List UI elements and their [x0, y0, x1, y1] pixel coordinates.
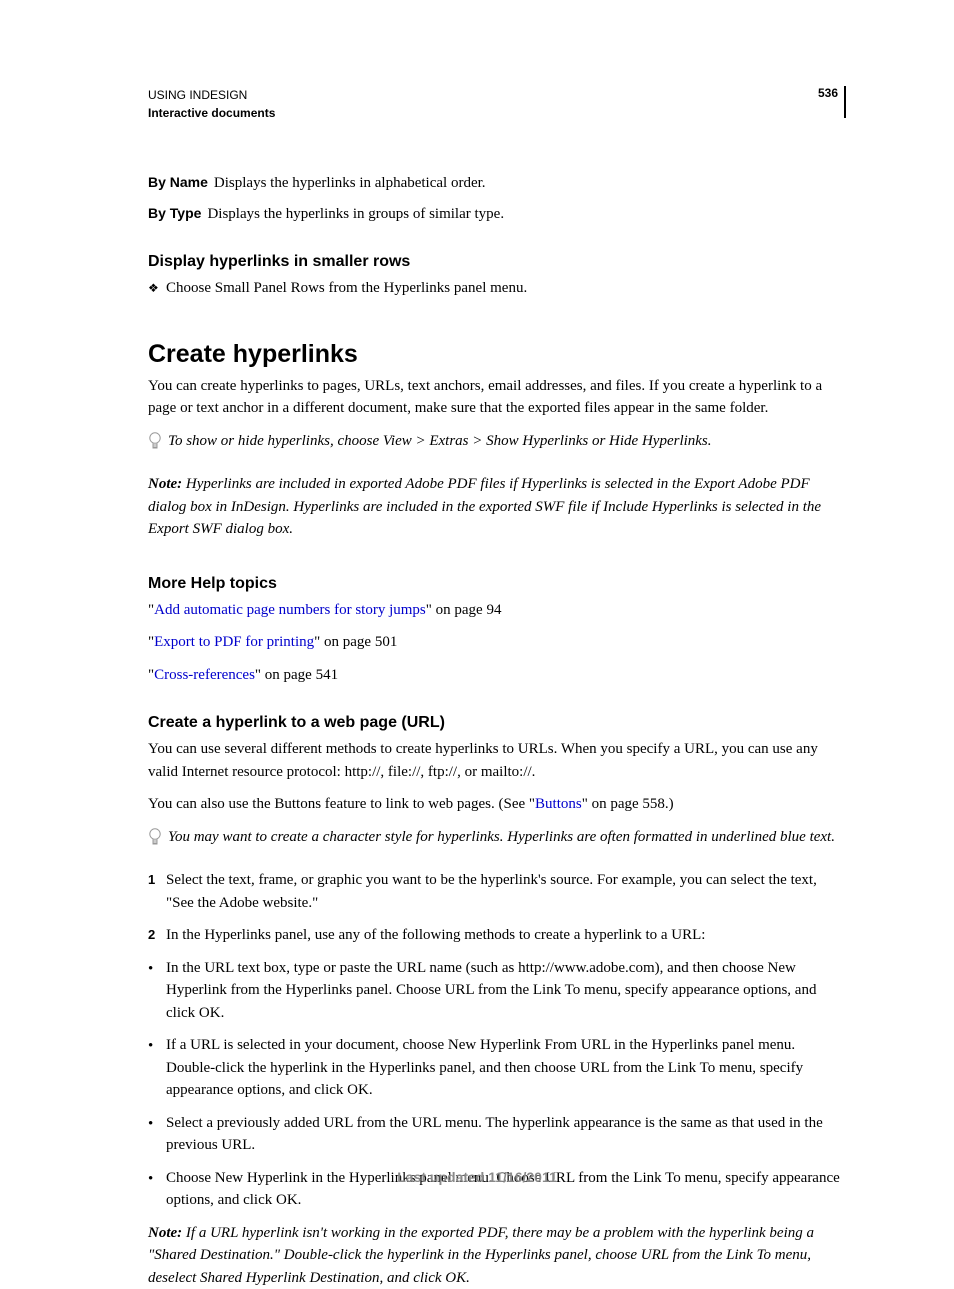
heading-url: Create a hyperlink to a web page (URL): [148, 714, 846, 732]
text-by-type: Displays the hyperlinks in groups of sim…: [207, 206, 504, 222]
step-2: 2 In the Hyperlinks panel, use any of th…: [148, 924, 846, 947]
sub-bullet-2: • If a URL is selected in your document,…: [148, 1034, 846, 1102]
sub-bullet-1-text: In the URL text box, type or paste the U…: [166, 957, 846, 1025]
help-link-2-suffix: " on page 501: [314, 634, 397, 650]
heading-smaller-rows: Display hyperlinks in smaller rows: [148, 253, 846, 271]
note-label-2: Note:: [148, 1225, 182, 1241]
help-link-3-suffix: " on page 541: [255, 667, 338, 683]
url-p2-pre: You can also use the Buttons feature to …: [148, 796, 535, 812]
diamond-bullet-icon: ❖: [148, 277, 166, 300]
bullet-smaller-rows: ❖ Choose Small Panel Rows from the Hyper…: [148, 277, 846, 300]
link-story-jumps[interactable]: Add automatic page numbers for story jum…: [154, 602, 426, 618]
step-1-text: Select the text, frame, or graphic you w…: [166, 869, 846, 914]
sub-bullet-1: • In the URL text box, type or paste the…: [148, 957, 846, 1025]
heading-create-hyperlinks: Create hyperlinks: [148, 340, 846, 369]
heading-more-help: More Help topics: [148, 575, 846, 593]
tip-char-style: You may want to create a character style…: [148, 826, 846, 856]
doc-title: USING INDESIGN: [148, 86, 275, 104]
url-p2-post: " on page 558.): [582, 796, 674, 812]
link-buttons[interactable]: Buttons: [535, 796, 582, 812]
header-left: USING INDESIGN Interactive documents: [148, 86, 275, 122]
step-number-1: 1: [148, 869, 166, 914]
sub-bullet-2-text: If a URL is selected in your document, c…: [166, 1034, 846, 1102]
help-link-1-suffix: " on page 94: [426, 602, 502, 618]
sub-bullet-3-text: Select a previously added URL from the U…: [166, 1112, 846, 1157]
page: USING INDESIGN Interactive documents 536…: [0, 0, 954, 1235]
note-text: Hyperlinks are included in exported Adob…: [148, 476, 821, 537]
tip-show-hide: To show or hide hyperlinks, choose View …: [148, 430, 846, 460]
doc-section: Interactive documents: [148, 104, 275, 122]
footer-updated: Last updated 11/16/2011: [0, 1169, 954, 1185]
dot-bullet-icon: •: [148, 1112, 166, 1157]
help-link-1-row: "Add automatic page numbers for story ju…: [148, 599, 846, 622]
url-p1: You can use several different methods to…: [148, 738, 846, 783]
step-2-text: In the Hyperlinks panel, use any of the …: [166, 924, 705, 947]
note-text-2: If a URL hyperlink isn't working in the …: [148, 1225, 814, 1286]
create-intro: You can create hyperlinks to pages, URLs…: [148, 375, 846, 420]
step-number-2: 2: [148, 924, 166, 947]
tip-char-style-text: You may want to create a character style…: [168, 826, 835, 856]
link-cross-references[interactable]: Cross-references: [154, 667, 255, 683]
dot-bullet-icon: •: [148, 957, 166, 1025]
bullet-text: Choose Small Panel Rows from the Hyperli…: [166, 277, 527, 300]
lightbulb-icon: [148, 430, 168, 460]
page-header: USING INDESIGN Interactive documents 536: [148, 86, 846, 122]
lightbulb-icon: [148, 826, 168, 856]
page-number: 536: [818, 86, 846, 118]
tip-text: To show or hide hyperlinks, choose View …: [168, 430, 712, 460]
definition-by-name: By Name Displays the hyperlinks in alphab…: [148, 172, 846, 195]
sub-bullet-3: • Select a previously added URL from the…: [148, 1112, 846, 1157]
note-export: Note: Hyperlinks are included in exporte…: [148, 473, 846, 541]
dot-bullet-icon: •: [148, 1034, 166, 1102]
help-link-3-row: "Cross-references" on page 541: [148, 664, 846, 687]
text-by-name: Displays the hyperlinks in alphabetical …: [214, 175, 486, 191]
definition-by-type: By Type Displays the hyperlinks in groups…: [148, 203, 846, 226]
term-by-type: By Type: [148, 205, 201, 221]
note-label: Note:: [148, 476, 182, 492]
note-shared-destination: Note: If a URL hyperlink isn't working i…: [148, 1222, 846, 1289]
help-link-2-row: "Export to PDF for printing" on page 501: [148, 631, 846, 654]
link-export-pdf[interactable]: Export to PDF for printing: [154, 634, 314, 650]
step-1: 1 Select the text, frame, or graphic you…: [148, 869, 846, 914]
url-p2: You can also use the Buttons feature to …: [148, 793, 846, 816]
term-by-name: By Name: [148, 174, 208, 190]
